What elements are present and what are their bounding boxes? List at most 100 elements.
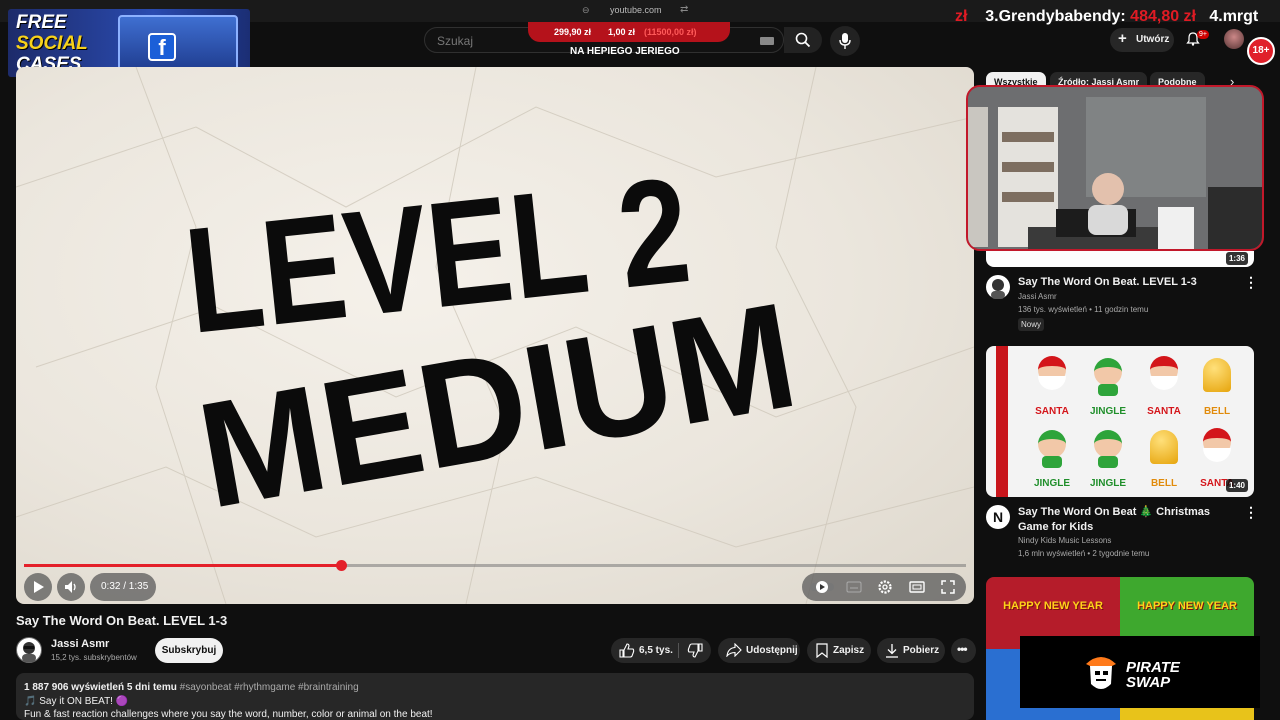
price-struck: (11500,00 zł) xyxy=(644,27,697,37)
logo-line1: FREE xyxy=(16,12,67,33)
price-bet: 1,00 zł xyxy=(608,27,636,37)
elf-figure: JINGLE xyxy=(1080,350,1136,420)
tab-settings-icon[interactable]: ⇄ xyxy=(680,4,688,15)
thumb-label: SANTA xyxy=(1035,406,1069,417)
voice-search-button[interactable] xyxy=(830,26,860,56)
volume-icon xyxy=(65,581,76,593)
description-box[interactable]: 1 887 906 wyświetleń 5 dni temu #sayonbe… xyxy=(16,673,974,720)
like-icon[interactable] xyxy=(619,643,635,658)
related-video-meta-2: 1,6 mln wyświetleń • 2 tygodnie temu xyxy=(1018,549,1150,558)
subtitles-icon[interactable] xyxy=(846,581,862,593)
save-label: Zapisz xyxy=(833,645,865,656)
more-vert-icon[interactable]: ⋮ xyxy=(1244,274,1258,291)
webcam-scene xyxy=(968,87,1262,249)
thumb-label: JINGLE xyxy=(1089,406,1127,417)
account-avatar[interactable] xyxy=(1224,29,1244,49)
ticker-amount: 484,80 zł xyxy=(1130,8,1196,25)
play-button[interactable] xyxy=(24,573,52,601)
thumb-label: HAPPY NEW YEAR xyxy=(1137,600,1237,612)
thumb-label: SANTA xyxy=(1147,406,1181,417)
pirate-swap-sponsor-logo: PIRATE SWAP xyxy=(1020,636,1260,708)
progress-bar-fill xyxy=(24,564,341,567)
settings-gear-icon[interactable] xyxy=(877,579,893,595)
bell-figure: BELL xyxy=(1189,350,1245,420)
related-video-channel-2[interactable]: Nindy Kids Music Lessons xyxy=(1018,536,1111,545)
volume-button[interactable] xyxy=(57,573,85,601)
ticker-item: 3.Grendybabendy: xyxy=(985,8,1126,25)
thumb-label: JINGLE xyxy=(1089,478,1127,489)
thumb-label: BELL xyxy=(1150,478,1178,489)
more-vert-icon[interactable]: ⋮ xyxy=(1244,504,1258,521)
channel-name[interactable]: Jassi Asmr xyxy=(51,638,109,650)
player-right-controls xyxy=(802,573,966,601)
crumpled-paper-texture: LEVEL 2 MEDIUM xyxy=(16,67,974,604)
view-stats: 1 887 906 wyświetleń 5 dni temu xyxy=(24,682,177,693)
video-player[interactable]: LEVEL 2 MEDIUM 0:32 / 1:35 xyxy=(16,67,974,604)
download-icon xyxy=(886,644,898,658)
avatar-face-icon xyxy=(991,279,1005,299)
logo-text: FREE SOCIAL CASES xyxy=(16,12,112,75)
price-current: 299,90 zł xyxy=(554,27,592,37)
video-title: Say The Word On Beat. LEVEL 1-3 xyxy=(16,613,228,628)
related-video-title-2[interactable]: Say The Word On Beat 🎄 Christmas Game fo… xyxy=(1018,505,1238,535)
ticker-next: 4.mrgt xyxy=(1209,8,1259,25)
download-label: Pobierz xyxy=(903,645,940,656)
pirate-skull-icon xyxy=(1086,657,1116,689)
description-line-2: 🎵 Say it ON BEAT! 🟣 xyxy=(24,696,129,707)
donation-ticker: zł 3.Grendybabendy: 484,80 zł 4.mrgt xyxy=(955,8,1258,26)
keyboard-icon[interactable] xyxy=(760,37,774,45)
facebook-icon: f xyxy=(148,33,176,61)
time-display: 0:32 / 1:35 xyxy=(90,573,156,601)
video-thumbnail-2[interactable]: SANTA JINGLE SANTA BELL JINGLE JINGLE BE… xyxy=(986,346,1254,497)
share-label: Udostępnij xyxy=(746,645,798,656)
sponsor-line1: PIRATE xyxy=(1126,659,1180,676)
sponsor-text: PIRATE SWAP xyxy=(1126,660,1180,690)
hashtags[interactable]: #sayonbeat #rhythmgame #braintraining xyxy=(180,682,359,693)
bell-figure: BELL xyxy=(1136,422,1192,492)
santa-figure: SANTA xyxy=(1024,350,1080,420)
autoplay-toggle-icon[interactable] xyxy=(810,580,836,594)
description-line-3: Fun & fast reaction challenges where you… xyxy=(24,709,433,720)
age-rating-badge: 18+ xyxy=(1247,37,1275,65)
thumb-red-strip xyxy=(996,346,1008,497)
thumb-label: JINGLE xyxy=(1033,478,1071,489)
create-button[interactable]: + Utwórz xyxy=(1110,28,1174,52)
save-button[interactable]: Zapisz xyxy=(807,638,871,663)
subscribe-button[interactable]: Subskrybuj xyxy=(155,638,223,663)
address-bar[interactable]: youtube.com xyxy=(610,5,662,15)
bookmark-icon xyxy=(816,643,828,658)
channel-avatar[interactable] xyxy=(16,637,42,663)
related-video-meta-1: 136 tys. wyświetleń • 11 godzin temu xyxy=(1018,305,1149,314)
site-info-icon[interactable]: ⊖ xyxy=(582,5,590,16)
new-badge: Nowy xyxy=(1018,318,1045,331)
fullscreen-icon[interactable] xyxy=(941,580,955,594)
more-horiz-icon: ••• xyxy=(957,642,968,656)
thumb-label: HAPPY NEW YEAR xyxy=(1003,600,1103,612)
share-button[interactable]: Udostępnij xyxy=(718,638,800,663)
like-count[interactable]: 6,5 tys. xyxy=(639,645,673,656)
notifications-badge: 9+ xyxy=(1197,30,1209,39)
logo-line2: SOCIAL xyxy=(16,33,88,54)
scrubber-handle[interactable] xyxy=(336,560,347,571)
santa-figure: SANTA xyxy=(1136,350,1192,420)
elf-figure: JINGLE xyxy=(1024,422,1080,492)
download-button[interactable]: Pobierz xyxy=(877,638,945,663)
related-video-channel-1[interactable]: Jassi Asmr xyxy=(1018,292,1057,301)
related-channel-avatar-2[interactable]: N xyxy=(986,505,1010,529)
more-actions-button[interactable]: ••• xyxy=(951,638,976,663)
search-button[interactable] xyxy=(784,27,822,53)
video-thumbnail-1[interactable]: 1:36 xyxy=(986,251,1254,267)
related-video-title-1[interactable]: Say The Word On Beat. LEVEL 1-3 xyxy=(1018,276,1197,288)
like-divider xyxy=(678,643,679,658)
dislike-icon[interactable] xyxy=(687,643,703,658)
avatar-face-icon xyxy=(22,642,36,662)
microphone-icon xyxy=(839,33,851,49)
elf-figure: JINGLE xyxy=(1080,422,1136,492)
thumb-label: BELL xyxy=(1203,406,1231,417)
description-stats-line: 1 887 906 wyświetleń 5 dni temu #sayonbe… xyxy=(24,682,359,693)
create-label: Utwórz xyxy=(1136,34,1170,45)
theater-mode-icon[interactable] xyxy=(909,581,925,593)
related-channel-avatar-1[interactable] xyxy=(986,275,1010,299)
search-input[interactable]: Szukaj xyxy=(437,34,473,48)
streamer-webcam-overlay xyxy=(966,85,1264,251)
